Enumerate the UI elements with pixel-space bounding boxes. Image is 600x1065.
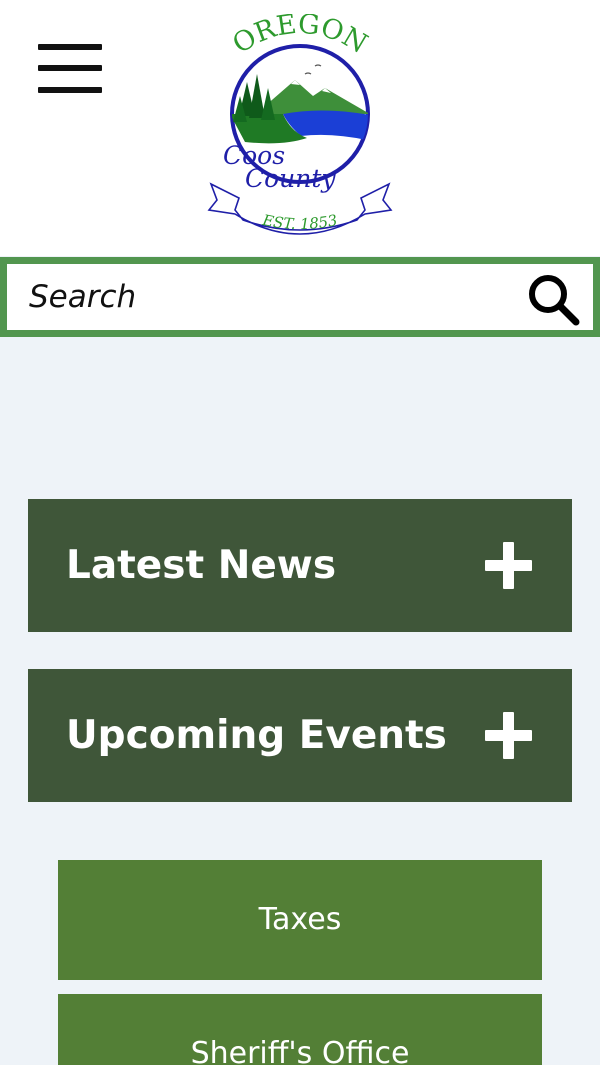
search-icon[interactable] [525, 271, 581, 327]
coos-county-logo[interactable]: OREGON Coos County EST. 1853 [205, 14, 395, 248]
upcoming-events-title: Upcoming Events [66, 713, 447, 758]
logo-est-text: EST. 1853 [260, 211, 339, 233]
sheriffs-office-link-button[interactable]: Sheriff's Office [58, 994, 542, 1065]
menu-bar-bottom [38, 87, 102, 93]
menu-bar-middle [38, 65, 102, 71]
site-header: OREGON Coos County EST. 1853 [0, 0, 600, 256]
hamburger-menu-icon[interactable] [36, 42, 104, 98]
county-seal-graphic: OREGON Coos County EST. 1853 [207, 14, 393, 235]
menu-bar-top [38, 44, 102, 50]
plus-icon[interactable] [485, 712, 532, 759]
upcoming-events-accordion[interactable]: Upcoming Events [28, 669, 572, 802]
latest-news-accordion[interactable]: Latest News [28, 499, 572, 632]
taxes-link-button[interactable]: Taxes [58, 860, 542, 980]
plus-icon[interactable] [485, 542, 532, 589]
search-input[interactable] [29, 272, 499, 322]
logo-county-text: County [245, 164, 336, 193]
search-bar [0, 257, 600, 337]
magnifier-glyph [529, 275, 580, 326]
latest-news-title: Latest News [66, 543, 337, 588]
